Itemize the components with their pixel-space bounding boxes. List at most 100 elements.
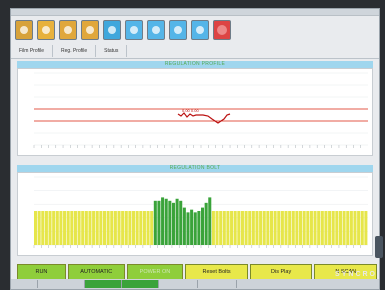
bolt-bar <box>360 211 364 245</box>
bolt-bar <box>34 211 38 245</box>
bolt-bar <box>121 211 125 245</box>
bolt-bar <box>288 211 292 245</box>
bolt-bar <box>204 202 208 245</box>
bolt-bar <box>44 211 48 245</box>
bolt-bar <box>128 211 132 245</box>
bolt-bar <box>342 211 346 245</box>
play-icon[interactable] <box>37 20 55 40</box>
bolt-bar <box>161 197 165 245</box>
title-bar <box>11 9 379 16</box>
status-cell-5 <box>159 280 198 288</box>
bolt-graph <box>33 176 368 248</box>
bolt-bar <box>255 211 259 245</box>
bolt-bar <box>338 211 342 245</box>
settings-icon[interactable] <box>169 20 187 40</box>
bolt-bar <box>73 211 77 245</box>
bolt-bar <box>142 211 146 245</box>
bolt-bar <box>179 200 183 245</box>
tab-reg-profile[interactable]: Reg. Profile <box>53 45 97 57</box>
bolt-bar <box>313 211 317 245</box>
bolt-bar <box>251 211 255 245</box>
profile-label: 0.00 0.00 <box>182 108 199 113</box>
bolt-bar <box>211 211 215 245</box>
wave-icon[interactable] <box>147 20 165 40</box>
bolt-bar <box>273 211 277 245</box>
bolt-bar <box>357 211 361 245</box>
bolt-bar <box>52 211 56 245</box>
bolt-bar <box>193 212 197 245</box>
bolt-bar <box>59 211 63 245</box>
status-cell-2 <box>38 280 85 288</box>
side-handle[interactable] <box>375 236 383 258</box>
toolbar <box>11 16 379 44</box>
forward-icon[interactable] <box>125 20 143 40</box>
bolt-bar <box>63 211 67 245</box>
bolt-bar <box>66 211 70 245</box>
profile-title: REGULATION PROFILE <box>17 61 373 68</box>
bolt-bar <box>182 207 186 245</box>
profile-panel: REGULATION PROFILE 0.00 0.00 <box>17 61 373 156</box>
bolt-bar <box>164 198 168 245</box>
bolt-bar <box>237 211 241 245</box>
bolt-panel: REGULATION BOLT <box>17 165 373 256</box>
run-button[interactable]: RUN <box>17 264 66 280</box>
stop-icon[interactable] <box>59 20 77 40</box>
bolt-bar <box>230 211 234 245</box>
bolt-bar <box>320 211 324 245</box>
profile-icon[interactable] <box>81 20 99 40</box>
bolt-bar <box>280 211 284 245</box>
brand-logo: SYNCRO <box>335 271 377 278</box>
bolt-bars <box>34 197 368 245</box>
bolt-title: REGULATION BOLT <box>17 165 373 172</box>
display-button[interactable]: Dis Play <box>249 264 313 280</box>
status-cell-1 <box>11 280 38 288</box>
bolt-bar <box>219 211 223 245</box>
alarm-icon[interactable] <box>213 20 231 40</box>
bolt-bar <box>77 211 81 245</box>
bolt-bar <box>201 207 205 245</box>
bolt-bar <box>240 211 244 245</box>
bolt-bar <box>41 211 45 245</box>
bolt-bar <box>48 211 52 245</box>
status-bar <box>11 279 379 289</box>
bolt-bar <box>295 211 299 245</box>
bolt-bar <box>299 211 303 245</box>
lamp-icon[interactable] <box>103 20 121 40</box>
bolt-bar <box>84 211 88 245</box>
tab-status[interactable]: Status <box>96 45 128 57</box>
bolt-bar <box>55 211 59 245</box>
bolt-bar <box>309 211 313 245</box>
bolt-bar <box>150 211 154 245</box>
bolt-bar <box>190 209 194 245</box>
bolt-bar <box>99 211 103 245</box>
bolt-bar <box>328 211 332 245</box>
bolt-bar <box>259 211 263 245</box>
tab-film-profile[interactable]: Film Profile <box>11 45 54 57</box>
status-cell-6 <box>198 280 237 288</box>
bolt-bar <box>353 211 357 245</box>
reset-bolts-button[interactable]: Reset Bolts <box>185 264 248 280</box>
bolt-bar <box>291 211 295 245</box>
bolt-bar <box>233 211 237 245</box>
command-bar: RUN AUTOMATIC POWER ON Reset Bolts Dis P… <box>17 264 377 280</box>
power-on-button[interactable]: POWER ON <box>126 264 184 280</box>
bolt-bar <box>113 211 117 245</box>
bolt-bar <box>244 211 248 245</box>
status-cell-3 <box>85 280 122 288</box>
bolt-bar <box>269 211 274 245</box>
bolt-bar <box>262 211 266 245</box>
bolt-bar <box>124 211 128 245</box>
bolt-bar <box>135 211 139 245</box>
bolt-bar <box>208 197 212 245</box>
bolt-bar <box>37 211 41 245</box>
bolt-bar <box>306 211 310 245</box>
automatic-button[interactable]: AUTOMATIC <box>67 264 125 280</box>
exit-icon[interactable] <box>15 20 33 40</box>
bolt-bar <box>364 211 368 245</box>
bolt-bar <box>102 211 107 245</box>
bolt-bar <box>175 198 179 245</box>
bolt-plot <box>17 172 373 256</box>
bolt-bar <box>106 211 110 245</box>
tools-icon[interactable] <box>191 20 209 40</box>
bolt-bar <box>277 211 281 245</box>
